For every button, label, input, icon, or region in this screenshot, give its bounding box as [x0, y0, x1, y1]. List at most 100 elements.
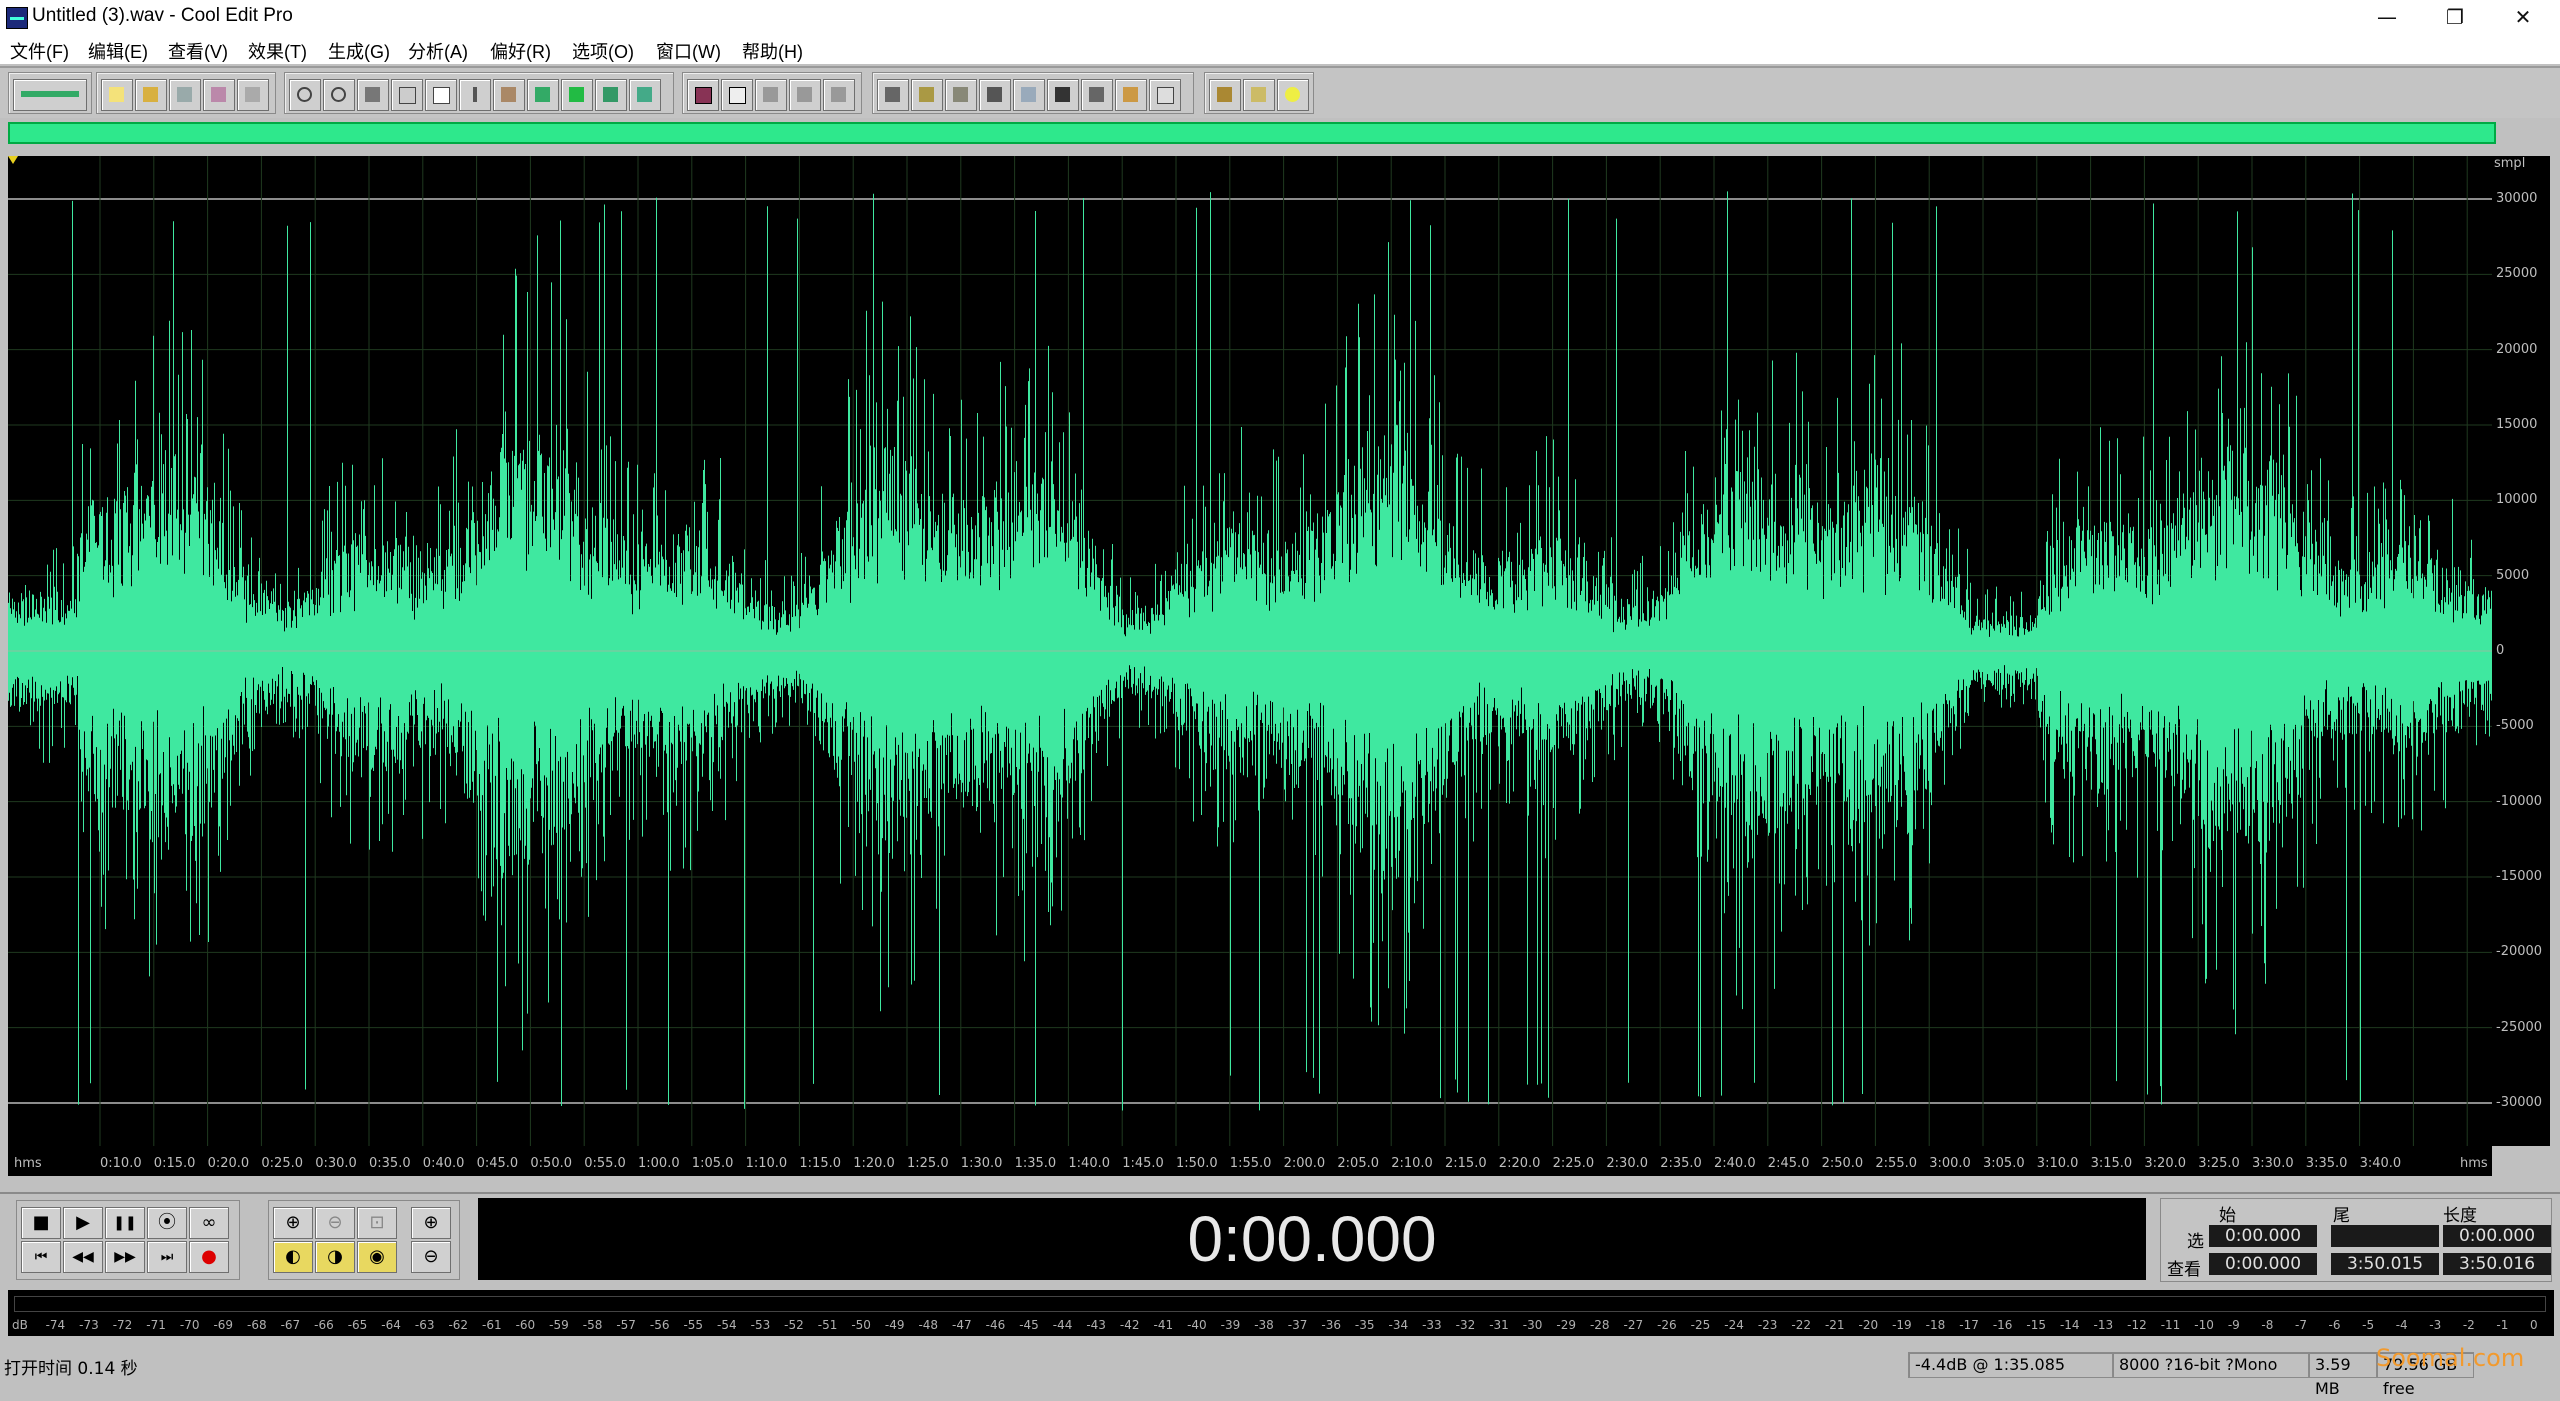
- menu-options[interactable]: 选项(O): [572, 38, 634, 64]
- zoom-controls: ⊕ ⊖ ⊡ ⊕ ◐ ◑ ◉ ⊖: [268, 1200, 460, 1280]
- zoom-in-icon[interactable]: ⊕: [273, 1207, 313, 1239]
- copy-icon[interactable]: [425, 79, 457, 111]
- view-begin-field[interactable]: 0:00.000: [2209, 1253, 2317, 1275]
- waveform-view-icon[interactable]: [877, 79, 909, 111]
- wave-grid-icon[interactable]: [823, 79, 855, 111]
- menu-effects[interactable]: 效果(T): [248, 38, 307, 64]
- zoom-left-icon[interactable]: ◐: [273, 1241, 313, 1273]
- time-tick-label: 0:35.0: [369, 1156, 411, 1171]
- amplitude-tick-label: -30000: [2496, 1095, 2543, 1110]
- grid-view-icon[interactable]: [1081, 79, 1113, 111]
- go-to-start-button[interactable]: ⏮: [21, 1241, 61, 1273]
- stop-button[interactable]: ■: [21, 1207, 61, 1239]
- settings-grid-icon[interactable]: [755, 79, 787, 111]
- meter-tick-label: -3: [2429, 1318, 2442, 1332]
- zoom-full-icon[interactable]: ⊡: [357, 1207, 397, 1239]
- toolbar-group-edit: [284, 72, 674, 114]
- repeat-icon[interactable]: [357, 79, 389, 111]
- menu-edit[interactable]: 编辑(E): [88, 38, 148, 64]
- open-file-icon[interactable]: [135, 79, 167, 111]
- paste-icon[interactable]: [493, 79, 525, 111]
- selection-begin-field[interactable]: 0:00.000: [2209, 1225, 2317, 1247]
- time-display: 0:00.000: [478, 1198, 2146, 1280]
- new-file-icon[interactable]: [101, 79, 133, 111]
- amplitude-tick-label: 15000: [2496, 417, 2538, 432]
- zoom-out-icon[interactable]: ⊖: [315, 1207, 355, 1239]
- meter-tick-label: -27: [1623, 1318, 1644, 1332]
- zoom-in-vertical-icon[interactable]: ⊕: [411, 1207, 451, 1239]
- pause-button[interactable]: ❚❚: [105, 1207, 145, 1239]
- status-bar: 打开时间 0.14 秒 -4.4dB @ 1:35.085 8000 ?16-b…: [0, 1344, 2560, 1398]
- waveform-canvas[interactable]: [8, 156, 2492, 1146]
- loop-button[interactable]: ∞: [189, 1207, 229, 1239]
- meter-tick-label: -65: [347, 1318, 368, 1332]
- settings-icon[interactable]: [1243, 79, 1275, 111]
- crop-icon[interactable]: [595, 79, 627, 111]
- statistics-icon[interactable]: [1115, 79, 1147, 111]
- toolbar-group-effects: [682, 72, 862, 114]
- minimize-button[interactable]: —: [2352, 0, 2422, 34]
- save-as-icon[interactable]: [203, 79, 235, 111]
- menu-window[interactable]: 窗口(W): [656, 38, 721, 64]
- find-icon[interactable]: [1013, 79, 1045, 111]
- play-list-icon[interactable]: [979, 79, 1011, 111]
- view-end-field[interactable]: 3:50.015: [2331, 1253, 2439, 1275]
- time-tick-label: 0:45.0: [476, 1156, 519, 1171]
- playhead-marker-icon[interactable]: [8, 156, 18, 164]
- selection-length-field[interactable]: 0:00.000: [2443, 1225, 2551, 1247]
- restore-button[interactable]: ❐: [2420, 0, 2490, 34]
- close-button[interactable]: ✕: [2488, 0, 2558, 34]
- help-icon[interactable]: [1277, 79, 1309, 111]
- amplitude-tick-label: 10000: [2496, 492, 2538, 508]
- meter-tick-label: -47: [952, 1318, 972, 1332]
- mix-paste-icon[interactable]: [561, 79, 593, 111]
- time-format-icon[interactable]: [1047, 79, 1079, 111]
- go-to-end-button[interactable]: ⏭: [147, 1241, 187, 1273]
- amplitude-tick-label: 20000: [2496, 341, 2538, 357]
- menu-analyze[interactable]: 分析(A): [408, 38, 468, 64]
- copy-new-icon[interactable]: [391, 79, 423, 111]
- fast-forward-button[interactable]: ▶▶: [105, 1241, 145, 1273]
- zoom-selection-icon[interactable]: ◉: [357, 1241, 397, 1273]
- envelope-icon[interactable]: [687, 79, 719, 111]
- cut-icon[interactable]: [459, 79, 491, 111]
- menu-favorites[interactable]: 偏好(R): [490, 38, 551, 64]
- paste-new-icon[interactable]: [527, 79, 559, 111]
- meter-tick-label: -16: [1992, 1318, 2013, 1332]
- info-panel-icon[interactable]: [1149, 79, 1181, 111]
- close-file-icon[interactable]: [237, 79, 269, 111]
- time-tick-label: 0:15.0: [153, 1156, 196, 1171]
- meter-tick-label: -17: [1959, 1318, 1979, 1332]
- fft-filter-icon[interactable]: [721, 79, 753, 111]
- record-button[interactable]: ●: [189, 1241, 229, 1273]
- meter-tick-label: -30: [1522, 1318, 1543, 1332]
- time-tick-label: 3:10.0: [2036, 1156, 2079, 1171]
- zoom-right-icon[interactable]: ◑: [315, 1241, 355, 1273]
- scripts-icon[interactable]: [1209, 79, 1241, 111]
- play-button[interactable]: ▶: [63, 1207, 103, 1239]
- view-length-field[interactable]: 3:50.016: [2443, 1253, 2551, 1275]
- zoom-out-vertical-icon[interactable]: ⊖: [411, 1241, 451, 1273]
- selection-end-field[interactable]: [2331, 1225, 2439, 1247]
- rewind-button[interactable]: ◀◀: [63, 1241, 103, 1273]
- waveform-overview-bar[interactable]: [8, 122, 2496, 144]
- menu-help[interactable]: 帮助(H): [742, 38, 803, 64]
- save-icon[interactable]: [169, 79, 201, 111]
- multitrack-toggle-icon[interactable]: [13, 79, 87, 111]
- redo-icon[interactable]: [323, 79, 355, 111]
- menu-generate[interactable]: 生成(G): [328, 38, 390, 64]
- spectral-grid-icon[interactable]: [789, 79, 821, 111]
- time-tick-label: 2:55.0: [1875, 1156, 1917, 1171]
- spectral-view-icon[interactable]: [911, 79, 943, 111]
- trim-icon[interactable]: [629, 79, 661, 111]
- menu-file[interactable]: 文件(F): [10, 38, 69, 64]
- menu-view[interactable]: 查看(V): [168, 38, 228, 64]
- cue-list-icon[interactable]: [945, 79, 977, 111]
- undo-icon[interactable]: [289, 79, 321, 111]
- play-to-end-button[interactable]: ⦿: [147, 1207, 187, 1239]
- meter-tick-label: -39: [1220, 1318, 1241, 1332]
- waveform-display[interactable]: [8, 156, 2492, 1146]
- meter-tick-label: -63: [414, 1318, 435, 1332]
- time-tick-label: 3:05.0: [1983, 1156, 2025, 1171]
- meter-tick-label: -56: [649, 1318, 670, 1332]
